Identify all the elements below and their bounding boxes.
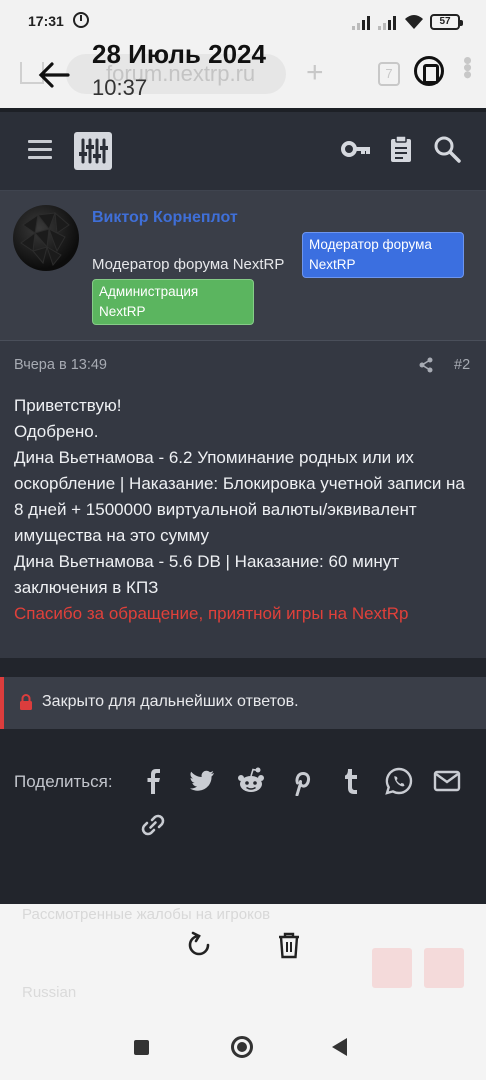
share-label: Поделиться: <box>14 772 113 791</box>
post-line-violation-1: Дина Вьетнамова - 6.2 Упоминание родных … <box>14 448 465 545</box>
post-number[interactable]: #2 <box>454 357 470 373</box>
tumblr-icon[interactable] <box>336 766 366 796</box>
bottom-toolbar: Рассмотренные жалобы на игроков Russian <box>0 904 486 1014</box>
share-icon[interactable] <box>418 357 434 373</box>
new-tab-icon[interactable]: + <box>306 56 324 90</box>
search-icon[interactable] <box>432 134 462 164</box>
post-line-violation-2: Дина Вьетнамова - 5.6 DB | Наказание: 60… <box>14 552 399 597</box>
avatar[interactable] <box>13 205 79 271</box>
recent-apps-icon[interactable] <box>134 1040 149 1055</box>
hamburger-menu-icon[interactable] <box>28 140 52 160</box>
lock-icon <box>20 694 32 710</box>
back-arrow-icon[interactable] <box>38 62 70 88</box>
status-time: 17:31 <box>28 13 64 29</box>
admin-badge: Администрация NextRP <box>92 279 254 325</box>
system-navigation-bar <box>0 1014 486 1080</box>
wifi-icon <box>405 15 423 29</box>
reddit-icon[interactable] <box>236 766 266 796</box>
email-icon[interactable] <box>432 766 462 796</box>
battery-icon: 57 <box>430 14 463 30</box>
browser-toolbar: forum.nextrp.ru + 7 28 Июль 2024 10:37 •… <box>0 39 486 108</box>
thread-closed-text: Закрыто для дальнейших ответов. <box>42 693 299 710</box>
thread-closed-notice: Закрыто для дальнейших ответов. <box>0 677 486 729</box>
forum-navbar <box>0 108 486 190</box>
overlay-date: 28 Июль 2024 <box>92 39 266 69</box>
post-line-greeting: Приветствую! <box>14 396 122 415</box>
breadcrumb-ghost: Рассмотренные жалобы на игроков <box>22 906 271 923</box>
signal-icon <box>352 14 370 30</box>
trash-icon[interactable] <box>274 930 304 960</box>
key-icon[interactable] <box>340 134 370 164</box>
scroll-down-button[interactable] <box>424 948 464 988</box>
pinterest-icon[interactable] <box>286 766 316 797</box>
post-closing-text: Спасибо за обращение, приятной игры на N… <box>14 604 409 623</box>
username-link[interactable]: Виктор Корнеплот <box>92 209 238 227</box>
language-ghost: Russian <box>22 984 77 1001</box>
alarm-icon <box>73 12 89 28</box>
screen-recorder-icon[interactable] <box>414 56 444 86</box>
post-line-approved: Одобрено. <box>14 422 99 441</box>
user-title: Модератор форума NextRP <box>92 256 285 273</box>
forum-logo-icon[interactable] <box>74 132 112 170</box>
twitter-icon[interactable] <box>186 766 216 796</box>
thread-content: Виктор Корнеплот Модератор форума NextRP… <box>0 190 486 904</box>
post-date[interactable]: Вчера в 13:49 <box>14 357 107 373</box>
more-menu-icon[interactable]: ••• <box>452 56 483 77</box>
whatsapp-icon[interactable] <box>384 766 414 796</box>
link-icon[interactable] <box>138 810 168 840</box>
clipboard-icon[interactable] <box>386 134 416 164</box>
tabs-count-icon[interactable]: 7 <box>378 62 400 86</box>
post-body: Приветствую! Одобрено. Дина Вьетнамова -… <box>14 393 474 627</box>
back-button-icon[interactable] <box>332 1038 347 1056</box>
post-message: Виктор Корнеплот Модератор форума NextRP… <box>0 190 486 658</box>
home-button-icon[interactable] <box>231 1036 253 1058</box>
status-bar: 17:31 57 <box>0 0 486 44</box>
moderator-badge: Модератор форума NextRP <box>302 232 464 278</box>
post-user-bar: Виктор Корнеплот Модератор форума NextRP… <box>0 191 486 341</box>
signal-2-icon <box>378 14 396 30</box>
overlay-time: 10:37 <box>92 75 148 100</box>
scroll-up-button[interactable] <box>372 948 412 988</box>
reload-icon[interactable] <box>184 930 214 960</box>
facebook-icon[interactable] <box>138 766 168 796</box>
